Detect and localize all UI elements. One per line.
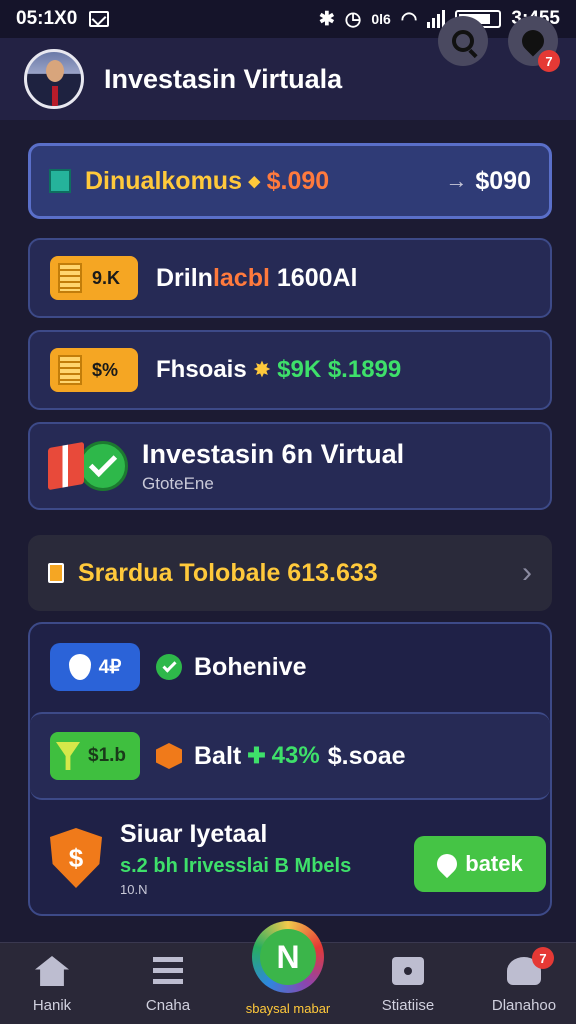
alarm-icon: ◷ [344,8,362,30]
ledger-label-part1: Driln [156,263,213,292]
ledger-badge: 9.K [50,256,138,300]
nav-label: Dlanahoo [491,997,557,1014]
document-icon [48,563,64,583]
bottom-nav: Hanik Cnaha N sbaysal mabar Stiatiise Dl… [0,921,576,1024]
blue-badge: 4₽ [50,643,140,691]
ledger-badge-text: 9.K [92,267,121,288]
hexagon-icon [156,743,182,769]
ledger-row[interactable]: 9.K Drilnlacbl 1600Al [28,238,552,318]
ledger-label: Drilnlacbl 1600Al [156,264,358,293]
virtual-investment-subtitle: GtoteEne [142,473,214,493]
percent-value: 43% [271,742,320,769]
activity-list: 4₽ Bohenive $1.b Balt ✚ 43% $.soae $ Siu… [28,622,552,916]
money-shield-icon: $ [50,828,102,888]
nav-label: Stiatiise [381,997,435,1014]
drop-icon [68,654,91,680]
fees-badge: $% [50,348,138,392]
list-item[interactable]: 4₽ Bohenive [30,624,550,710]
nav-item-profile[interactable]: Dlanahoo [474,953,574,1014]
fees-label: Fhsoais [156,356,247,383]
green-badge: $1.b [50,732,140,780]
funnel-icon [56,742,80,770]
bluetooth-icon: ✱ [318,8,335,30]
total-balance-label: Srardua Tolobale 613.633 [78,558,378,587]
nav-notification-badge: 7 [532,947,554,969]
nav-label: Cnaha [145,997,191,1014]
wifi-icon: ◠ [400,8,418,30]
gear-icon: ✸ [252,357,272,382]
app-header: Investasin Virtuala [0,38,576,120]
ledger-label-part3: 1600Al [276,263,358,292]
separator-icon: ⬥ [247,170,261,191]
summary-label: Dinualkomus [85,166,242,195]
blue-badge-text: 4₽ [98,656,122,678]
check-icon [156,654,182,680]
ledger-label-part2: lacbl [212,263,270,292]
fees-badge-text: $% [92,359,119,380]
ledger-icon [58,355,82,385]
center-action-button[interactable]: N [252,921,324,993]
summary-row[interactable]: Dinualkomus ⬥ $.090 → $090 [28,143,552,219]
nav-label: Hanik [32,997,72,1014]
list-item-meta: 10.N [120,881,148,897]
action-button-label: batek [465,851,523,876]
fab-icon: N [260,929,316,985]
check-icon [78,441,128,491]
summary-right-value: $090 [475,166,531,195]
center-action-label: sbaysal mabar [245,1001,331,1016]
virtual-investment-title: Investasin 6n Virtual [142,438,405,469]
search-button[interactable] [438,16,488,66]
heart-icon [433,849,462,879]
lock-icon [392,957,424,985]
page-title: Investasin Virtuala [104,63,343,94]
gift-icon [48,441,84,491]
fees-value: $9K $.1899 [277,356,402,383]
arrow-right-icon: → [445,168,468,193]
notification-badge: 7 [538,50,560,72]
virtual-investment-row[interactable]: Investasin 6n Virtual GtoteEne [28,422,552,510]
status-time: 05:1X0 [16,8,78,29]
balance-value: $.soae [327,741,406,770]
avatar[interactable] [24,49,84,109]
summary-value: $.090 [266,166,330,195]
fees-row[interactable]: $% Fhsoais ✸ $9K $.1899 [28,330,552,410]
list-item-label: Bohenive [194,652,307,681]
ledger-icon [58,263,82,293]
search-icon [452,30,474,52]
list-item[interactable]: $ Siuar Iyetaal s.2 bh Irivesslai B Mbel… [30,802,550,914]
green-badge-text: $1.b [88,745,127,766]
wallet-icon [49,169,71,193]
list-item-subtitle: s.2 bh Irivesslai B Mbels [120,854,352,877]
home-icon [35,956,69,986]
mail-icon [89,11,110,27]
nav-item-menu[interactable]: Cnaha [118,953,218,1014]
plus-icon: ✚ [247,743,266,768]
list-item[interactable]: $1.b Balt ✚ 43% $.soae [30,712,550,800]
list-item-title: Siuar Iyetaal [120,819,268,848]
status-bar: 05:1X0 ✱ ◷ 0l6 ◠ 3:455 [0,0,576,38]
signal-text: 0l6 [371,11,391,27]
nav-item-home[interactable]: Hanik [2,953,102,1014]
chevron-right-icon: › [522,556,532,589]
menu-icon [153,957,183,985]
list-item-label: Balt [194,741,242,770]
action-button[interactable]: batek [414,836,546,892]
nav-item-stats[interactable]: Stiatiise [358,953,458,1014]
total-balance-row[interactable]: Srardua Tolobale 613.633 › [28,535,552,611]
